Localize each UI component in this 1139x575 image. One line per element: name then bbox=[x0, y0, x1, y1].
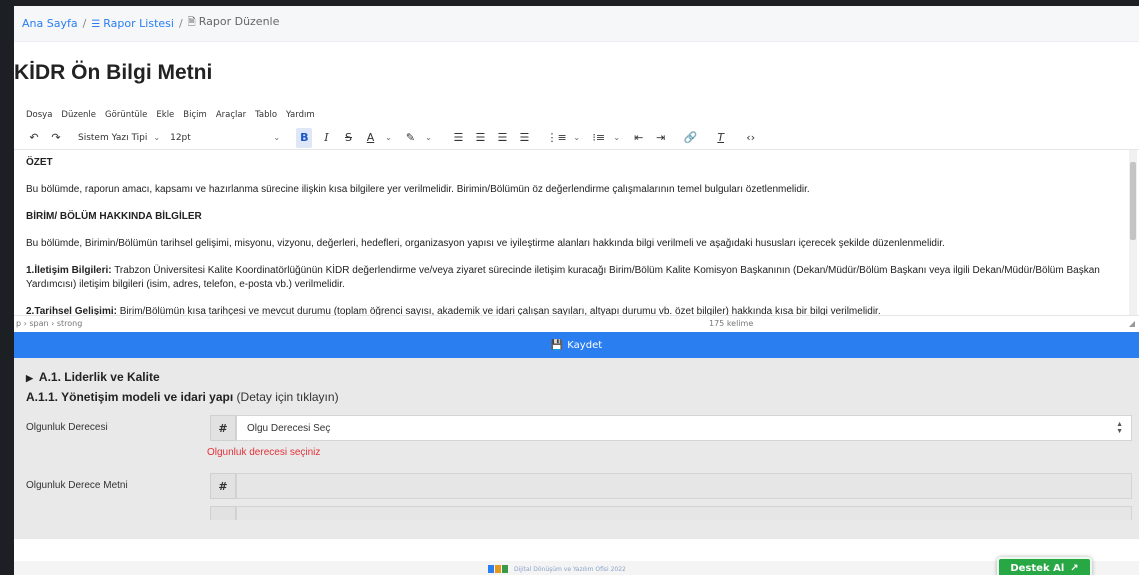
hash-icon: # bbox=[210, 473, 236, 499]
resize-handle-icon[interactable]: ◢ bbox=[1129, 319, 1135, 328]
menu-table[interactable]: Tablo bbox=[255, 110, 277, 120]
menu-file[interactable]: Dosya bbox=[26, 110, 52, 120]
align-left-icon[interactable]: ☰ bbox=[450, 128, 466, 148]
redo-icon[interactable]: ↷ bbox=[48, 128, 64, 148]
breadcrumb-home-link[interactable]: Ana Sayfa bbox=[22, 17, 78, 30]
maturity-select[interactable]: Olgu Derecesi Seç ▲ ▼ bbox=[236, 415, 1132, 441]
contact-info-label: 1.İletişim Bilgileri: bbox=[26, 265, 112, 276]
menu-help[interactable]: Yardım bbox=[286, 110, 315, 120]
italic-icon[interactable]: I bbox=[318, 128, 334, 148]
chevron-down-icon[interactable]: ⌄ bbox=[380, 128, 396, 148]
editor-toolbar: ↶ ↷ Sistem Yazı Tipi ⌄ 12pt ⌄ B I S A ⌄ ✎ … bbox=[14, 126, 1139, 150]
history-text: Birim/Bölümün kısa tarihçesi ve mevcut d… bbox=[116, 306, 881, 316]
breadcrumb-list-link[interactable]: ☰ Rapor Listesi bbox=[91, 17, 174, 30]
font-family-select[interactable]: Sistem Yazı Tipi ⌄ bbox=[78, 128, 160, 148]
paragraph-summary: Bu bölümde, raporun amacı, kapsamı ve ha… bbox=[26, 184, 810, 195]
support-button[interactable]: Destek Al ↗ bbox=[997, 557, 1092, 575]
menu-tools[interactable]: Araçlar bbox=[216, 110, 246, 120]
font-family-value: Sistem Yazı Tipi bbox=[78, 132, 148, 143]
bullet-list-icon[interactable]: ⁝≡ bbox=[591, 128, 607, 148]
app-frame: Ana Sayfa / ☰ Rapor Listesi / 🗎 Rapor Düze… bbox=[14, 6, 1139, 575]
paragraph-unit-info: Bu bölümde, Birimin/Bölümün tarihsel gel… bbox=[26, 238, 945, 249]
paragraph-history: 2.Tarihsel Gelişimi: Birim/Bölümün kısa … bbox=[26, 305, 1114, 316]
chevron-down-icon[interactable]: ⌄ bbox=[420, 128, 436, 148]
editor-content[interactable]: ÖZET Bu bölümde, raporun amacı, kapsamı … bbox=[14, 150, 1114, 316]
link-icon[interactable]: 🔗 bbox=[683, 128, 699, 148]
history-label: 2.Tarihsel Gelişimi: bbox=[26, 306, 117, 316]
editor-statusbar: p › span › strong 175 kelime ◢ bbox=[14, 316, 1139, 330]
font-size-value: 12pt bbox=[170, 132, 191, 143]
bold-icon[interactable]: B bbox=[296, 127, 313, 148]
contact-info-text: Trabzon Üniversitesi Kalite Koordinatörl… bbox=[26, 265, 1100, 290]
indent-icon[interactable]: ⇥ bbox=[653, 128, 669, 148]
section-title[interactable]: ▶ A.1. Liderlik ve Kalite bbox=[26, 370, 160, 384]
strikethrough-icon[interactable]: S bbox=[340, 128, 356, 148]
list-icon: ☰ bbox=[91, 19, 101, 30]
next-field[interactable] bbox=[236, 506, 1132, 520]
breadcrumb-list-label: Rapor Listesi bbox=[103, 17, 174, 30]
maturity-error-message: Olgunluk derecesi seçiniz bbox=[207, 447, 321, 458]
breadcrumb-current: 🗎 Rapor Düzenle bbox=[188, 15, 280, 32]
page-title: KİDR Ön Bilgi Metni bbox=[14, 61, 213, 84]
maturity-text-label: Olgunluk Derece Metni bbox=[26, 480, 128, 491]
maturity-label: Olgunluk Derecesi bbox=[26, 422, 108, 433]
save-label: Kaydet bbox=[567, 339, 603, 351]
section-title-text: A.1. Liderlik ve Kalite bbox=[38, 370, 160, 384]
triangle-right-icon: ▶ bbox=[26, 373, 33, 383]
heading-summary: ÖZET bbox=[26, 157, 53, 168]
support-button-label: Destek Al bbox=[1010, 562, 1065, 574]
chevron-down-icon: ⌄ bbox=[153, 133, 161, 142]
rich-text-editor[interactable]: ÖZET Bu bölümde, raporun amacı, kapsamı … bbox=[14, 150, 1139, 316]
menu-view[interactable]: Görüntüle bbox=[105, 110, 147, 120]
align-justify-icon[interactable]: ☰ bbox=[516, 128, 532, 148]
menu-edit[interactable]: Düzenle bbox=[61, 110, 96, 120]
font-size-select[interactable]: 12pt ⌄ bbox=[170, 128, 280, 148]
text-color-icon[interactable]: A bbox=[362, 128, 378, 148]
subsection-title[interactable]: A.1.1. Yönetişim modeli ve idari yapı (D… bbox=[26, 390, 339, 404]
chevron-down-icon[interactable]: ⌄ bbox=[569, 128, 585, 148]
heading-unit-info: BİRİM/ BÖLÜM HAKKINDA BİLGİLER bbox=[26, 211, 202, 222]
outdent-icon[interactable]: ⇤ bbox=[631, 128, 647, 148]
editor-scrollbar-thumb[interactable] bbox=[1130, 162, 1136, 240]
clear-formatting-icon[interactable]: T bbox=[713, 128, 729, 148]
word-count: 175 kelime bbox=[709, 318, 754, 328]
breadcrumb-separator: / bbox=[82, 17, 87, 30]
element-path: p › span › strong bbox=[16, 318, 83, 328]
floppy-disk-icon: 💾 bbox=[550, 339, 564, 351]
maturity-text-field[interactable] bbox=[236, 473, 1132, 499]
save-button[interactable]: 💾 Kaydet bbox=[14, 332, 1139, 358]
hash-icon bbox=[210, 506, 236, 520]
source-code-icon[interactable]: ‹› bbox=[743, 128, 759, 148]
subsection-title-text: A.1.1. Yönetişim modeli ve idari yapı bbox=[26, 390, 234, 404]
menu-insert[interactable]: Ekle bbox=[156, 110, 174, 120]
breadcrumb-current-label: Rapor Düzenle bbox=[198, 15, 280, 28]
chevron-down-icon[interactable]: ⌄ bbox=[609, 128, 625, 148]
maturity-select-value: Olgu Derecesi Seç bbox=[247, 422, 331, 434]
highlight-color-icon[interactable]: ✎ bbox=[402, 128, 418, 148]
footer-text: Dijital Dönüşüm ve Yazılım Ofisi 2022 bbox=[514, 566, 626, 573]
menu-format[interactable]: Biçim bbox=[183, 110, 207, 120]
paragraph-contact-info: 1.İletişim Bilgileri: Trabzon Üniversite… bbox=[26, 264, 1114, 292]
align-center-icon[interactable]: ☰ bbox=[472, 128, 488, 148]
office-logo-icon bbox=[488, 565, 510, 575]
editor-menubar: Dosya Düzenle Görüntüle Ekle Biçim Araçl… bbox=[14, 104, 1139, 126]
breadcrumb: Ana Sayfa / ☰ Rapor Listesi / 🗎 Rapor Düze… bbox=[14, 6, 1139, 42]
chevron-down-icon: ⌄ bbox=[273, 133, 281, 142]
hash-icon: # bbox=[210, 415, 236, 441]
numbered-list-icon[interactable]: ⋮≡ bbox=[546, 128, 566, 148]
document-edit-icon: 🗎 bbox=[187, 17, 196, 28]
align-right-icon[interactable]: ☰ bbox=[494, 128, 510, 148]
external-link-icon: ↗ bbox=[1070, 562, 1079, 574]
detail-hint: (Detay için tıklayın) bbox=[236, 390, 339, 404]
select-arrows-icon: ▲ ▼ bbox=[1116, 421, 1123, 435]
undo-icon[interactable]: ↶ bbox=[26, 128, 42, 148]
breadcrumb-separator: / bbox=[178, 17, 183, 30]
criteria-section: ▶ A.1. Liderlik ve Kalite A.1.1. Yönetişi… bbox=[14, 358, 1139, 539]
footer: Dijital Dönüşüm ve Yazılım Ofisi 2022 bbox=[14, 561, 1139, 575]
